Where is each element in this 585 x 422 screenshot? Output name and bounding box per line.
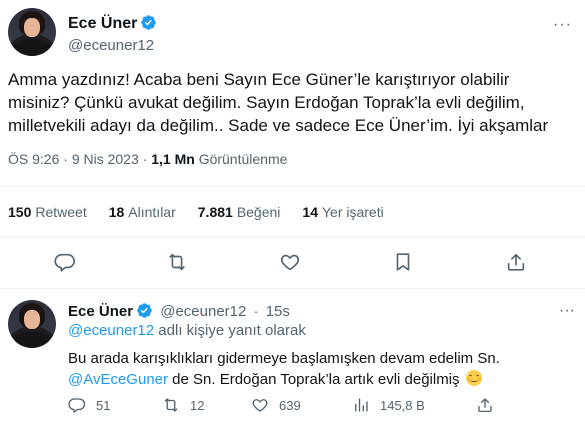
reply-text-line: Bu arada karışıklıkları gidermeye başlam… xyxy=(68,350,500,367)
meta-separator: · xyxy=(142,151,148,167)
bookmark-icon xyxy=(396,253,410,271)
meta-separator: · xyxy=(63,151,68,167)
verified-badge-icon xyxy=(137,303,152,318)
stat-label: Beğeni xyxy=(236,204,281,220)
stat-likes[interactable]: 7.881 Beğeni xyxy=(198,204,281,220)
reply-button[interactable] xyxy=(51,248,79,276)
share-icon xyxy=(507,253,525,271)
replying-to-suffix: adlı kişiye yanıt olarak xyxy=(158,322,306,339)
avatar[interactable] xyxy=(8,8,56,56)
views-icon xyxy=(355,398,368,412)
like-count: 639 xyxy=(279,397,301,413)
tweet-time[interactable]: ÖS 9:26 xyxy=(8,151,59,167)
divider xyxy=(0,236,585,237)
verified-badge-icon xyxy=(141,15,157,30)
retweet-button[interactable]: 12 xyxy=(162,396,204,414)
stat-bookmarks[interactable]: 14 Yer işareti xyxy=(302,204,383,220)
tweet-text: Amma yazdınız! Acaba beni Sayın Ece Güne… xyxy=(8,70,549,135)
retweet-button[interactable] xyxy=(163,248,191,276)
reply-text-rest: de Sn. Erdoğan Toprak’la artık evli deği… xyxy=(172,371,460,388)
reply-icon xyxy=(68,398,86,413)
tweet-age[interactable]: 15s xyxy=(266,303,290,320)
stat-count: 150 xyxy=(8,204,32,220)
author-name-line[interactable]: Ece Üner xyxy=(68,14,157,33)
stat-count: 7.881 xyxy=(197,204,233,220)
reply-text-line: @AvEceGuner de Sn. Erdoğan Toprak’la art… xyxy=(68,369,568,390)
views-button[interactable]: 145,8 B xyxy=(352,396,425,414)
stat-label: Retweet xyxy=(35,204,87,220)
views-label: Görüntülenme xyxy=(198,151,288,167)
replying-to: @eceuner12 adlı kişiye yanıt olarak xyxy=(68,322,306,339)
reply-action-bar: 51 12 639 145,8 B xyxy=(68,396,578,418)
main-tweet-header: Ece Üner @eceuner12 ··· xyxy=(8,8,578,58)
bookmark-button[interactable] xyxy=(389,248,417,276)
share-icon xyxy=(478,398,492,413)
stat-label: Yer işareti xyxy=(321,204,384,220)
retweet-icon xyxy=(164,398,178,412)
author-name[interactable]: Ece Üner xyxy=(68,15,137,32)
divider xyxy=(0,186,585,187)
avatar[interactable] xyxy=(8,300,56,348)
stat-label: Alıntılar xyxy=(128,204,176,220)
reply-tweet[interactable]: Ece Üner @eceuner12 · 15s ··· @eceuner12… xyxy=(0,300,585,422)
share-button[interactable] xyxy=(476,396,494,414)
divider xyxy=(0,288,585,289)
tweet-date[interactable]: 9 Nis 2023 xyxy=(72,151,139,167)
reply-text: Bu arada karışıklıkları gidermeye başlam… xyxy=(68,348,568,390)
meta-separator: · xyxy=(253,303,259,320)
retweet-count: 12 xyxy=(190,397,205,413)
more-options-icon[interactable]: ··· xyxy=(553,16,572,34)
author-handle[interactable]: @eceuner12 xyxy=(68,37,154,54)
engagement-stats: 150 Retweet 18 Alıntılar 7.881 Beğeni 14 Yer… xyxy=(8,204,384,220)
author-name[interactable]: Ece Üner xyxy=(68,303,133,320)
mention-link[interactable]: @AvEceGuner xyxy=(68,371,168,388)
replying-to-handle-link[interactable]: @eceuner12 xyxy=(68,322,154,339)
like-button[interactable]: 639 xyxy=(251,396,301,414)
reply-count: 51 xyxy=(96,397,111,413)
stat-count: 18 xyxy=(108,204,125,220)
stat-retweets[interactable]: 150 Retweet xyxy=(8,204,87,220)
like-icon xyxy=(280,254,300,271)
tweet-meta: ÖS 9:26 · 9 Nis 2023 · 1,1 Mn Görüntülen… xyxy=(8,151,287,167)
reply-icon xyxy=(54,253,75,272)
like-button[interactable] xyxy=(276,248,304,276)
reply-button[interactable]: 51 xyxy=(68,396,110,414)
retweet-icon xyxy=(169,253,185,271)
stat-quotes[interactable]: 18 Alıntılar xyxy=(109,204,176,220)
author-handle[interactable]: @eceuner12 xyxy=(160,303,246,320)
views-count: 145,8 B xyxy=(380,397,425,413)
stat-count: 14 xyxy=(302,204,318,220)
smiling-face-emoji-icon xyxy=(465,370,482,386)
more-options-icon[interactable]: ··· xyxy=(559,302,575,320)
like-icon xyxy=(252,399,268,412)
action-bar xyxy=(0,248,585,278)
views-count: 1,1 Mn xyxy=(151,151,195,167)
share-button[interactable] xyxy=(502,248,530,276)
reply-header: Ece Üner @eceuner12 · 15s xyxy=(68,302,290,320)
